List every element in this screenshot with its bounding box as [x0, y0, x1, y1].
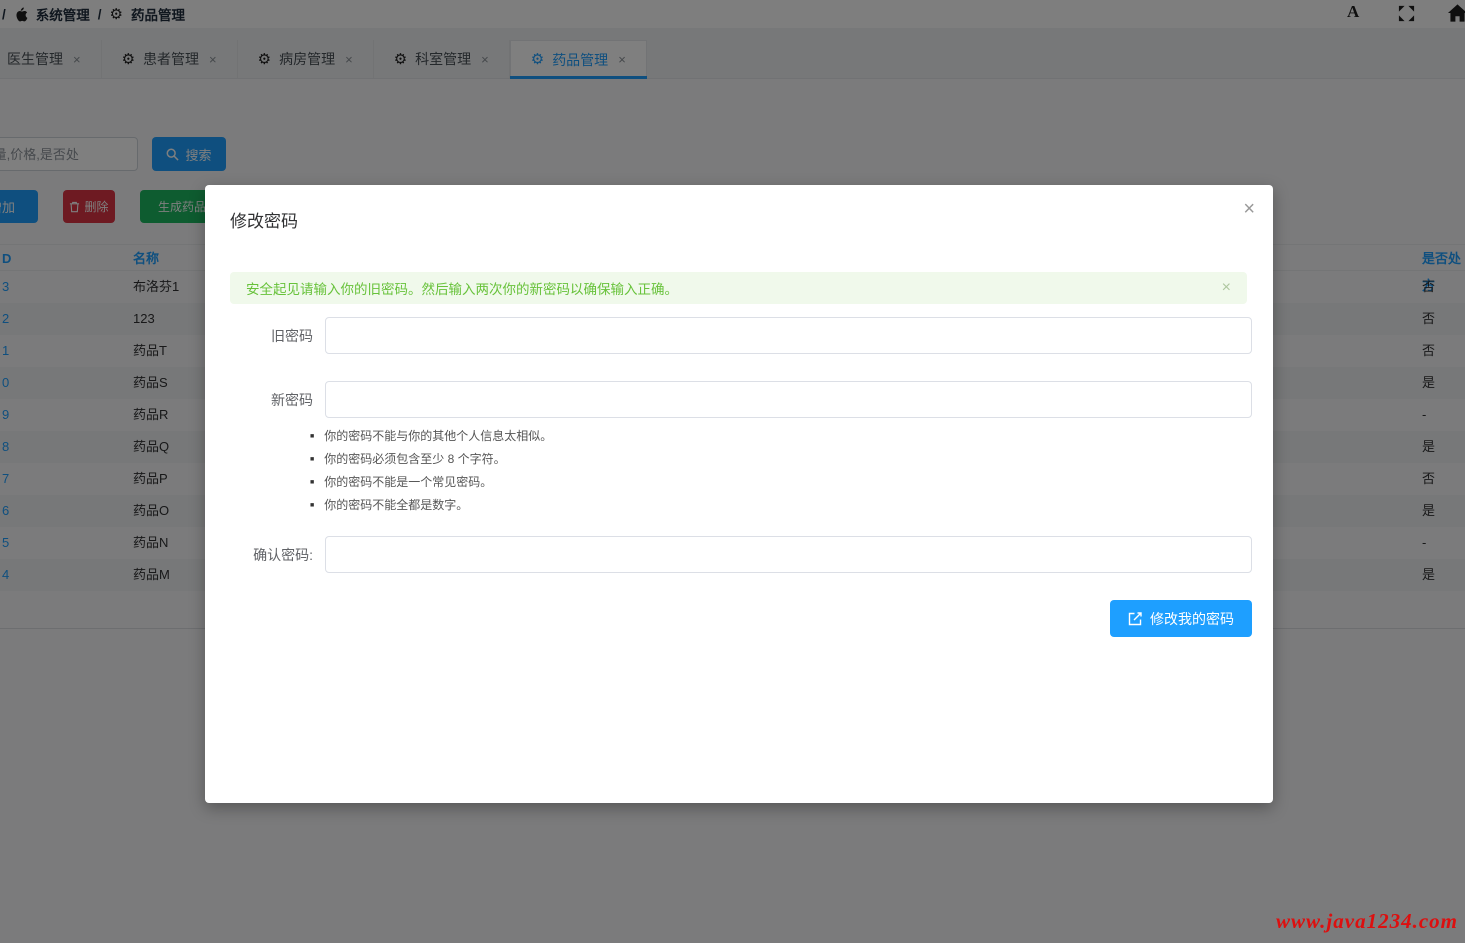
new-password-input[interactable] — [325, 381, 1252, 418]
edit-square-icon — [1128, 612, 1142, 626]
alert-close-icon[interactable]: × — [1222, 280, 1231, 296]
new-password-row: 新密码 — [225, 381, 1252, 418]
password-hint-alert: 安全起见请输入你的旧密码。然后输入两次你的新密码以确保输入正确。 × — [230, 272, 1247, 304]
old-password-input[interactable] — [325, 317, 1252, 354]
modal-title: 修改密码 — [230, 207, 298, 232]
password-rule: 你的密码不能与你的其他个人信息太相似。 — [310, 425, 552, 448]
change-password-button-label: 修改我的密码 — [1150, 609, 1234, 629]
password-rule: 你的密码必须包含至少 8 个字符。 — [310, 448, 552, 471]
watermark: www.java1234.com — [1276, 909, 1458, 934]
change-password-button[interactable]: 修改我的密码 — [1110, 600, 1252, 637]
alert-text: 安全起见请输入你的旧密码。然后输入两次你的新密码以确保输入正确。 — [246, 278, 678, 298]
password-rules-list: 你的密码不能与你的其他个人信息太相似。你的密码必须包含至少 8 个字符。你的密码… — [310, 425, 552, 517]
new-password-label: 新密码 — [225, 390, 313, 410]
password-rule: 你的密码不能是一个常见密码。 — [310, 471, 552, 494]
confirm-password-label: 确认密码: — [225, 545, 313, 565]
change-password-modal: 修改密码 × 安全起见请输入你的旧密码。然后输入两次你的新密码以确保输入正确。 … — [205, 185, 1273, 803]
confirm-password-input[interactable] — [325, 536, 1252, 573]
confirm-password-row: 确认密码: — [225, 536, 1252, 573]
old-password-label: 旧密码 — [225, 326, 313, 346]
close-icon[interactable]: × — [1243, 199, 1255, 219]
password-rule: 你的密码不能全都是数字。 — [310, 494, 552, 517]
old-password-row: 旧密码 — [225, 317, 1252, 354]
